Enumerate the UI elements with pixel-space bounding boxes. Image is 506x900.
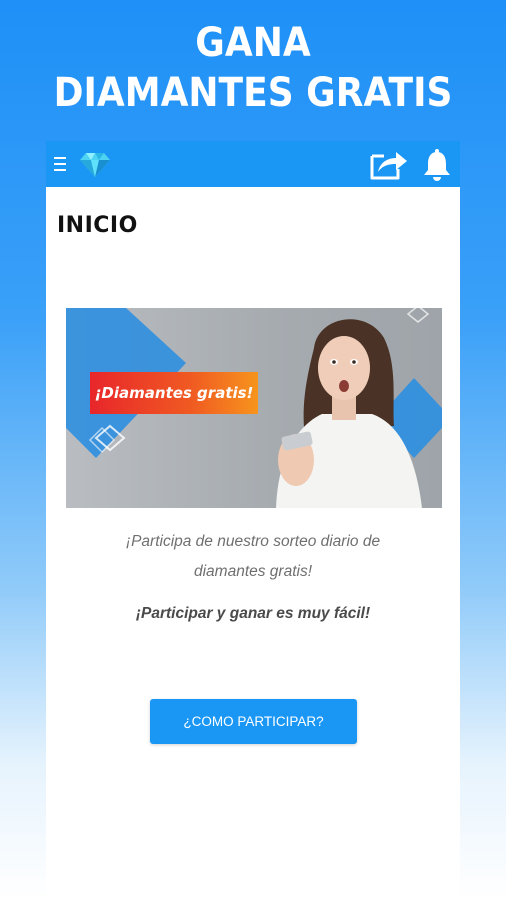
promo-title: GANA DIAMANTES GRATIS — [25, 18, 480, 118]
banner-tag: ¡Diamantes gratis! — [90, 372, 258, 414]
promo-title-line1: GANA — [195, 20, 311, 66]
how-to-participate-button[interactable]: ¿COMO PARTICIPAR? — [150, 699, 357, 744]
description-line1: ¡Participa de nuestro sorteo diario de — [125, 533, 381, 550]
page-title: INICIO — [57, 213, 138, 238]
app-bar — [46, 141, 460, 187]
app-screen: INICIO ¡Diamantes gratis! ¡Participa de … — [46, 141, 460, 900]
cta-text: ¡Participar y ganar es muy fácil! — [135, 605, 371, 622]
promo-banner: ¡Diamantes gratis! — [66, 308, 442, 508]
diamond-icon — [80, 153, 110, 177]
description-line2: diamantes gratis! — [193, 563, 313, 580]
share-icon[interactable] — [366, 147, 408, 181]
promo-title-line2: DIAMANTES GRATIS — [53, 70, 453, 116]
description-text: ¡Participa de nuestro sorteo diario de d… — [76, 527, 430, 587]
bell-icon[interactable] — [421, 148, 453, 182]
menu-icon[interactable] — [54, 157, 66, 171]
